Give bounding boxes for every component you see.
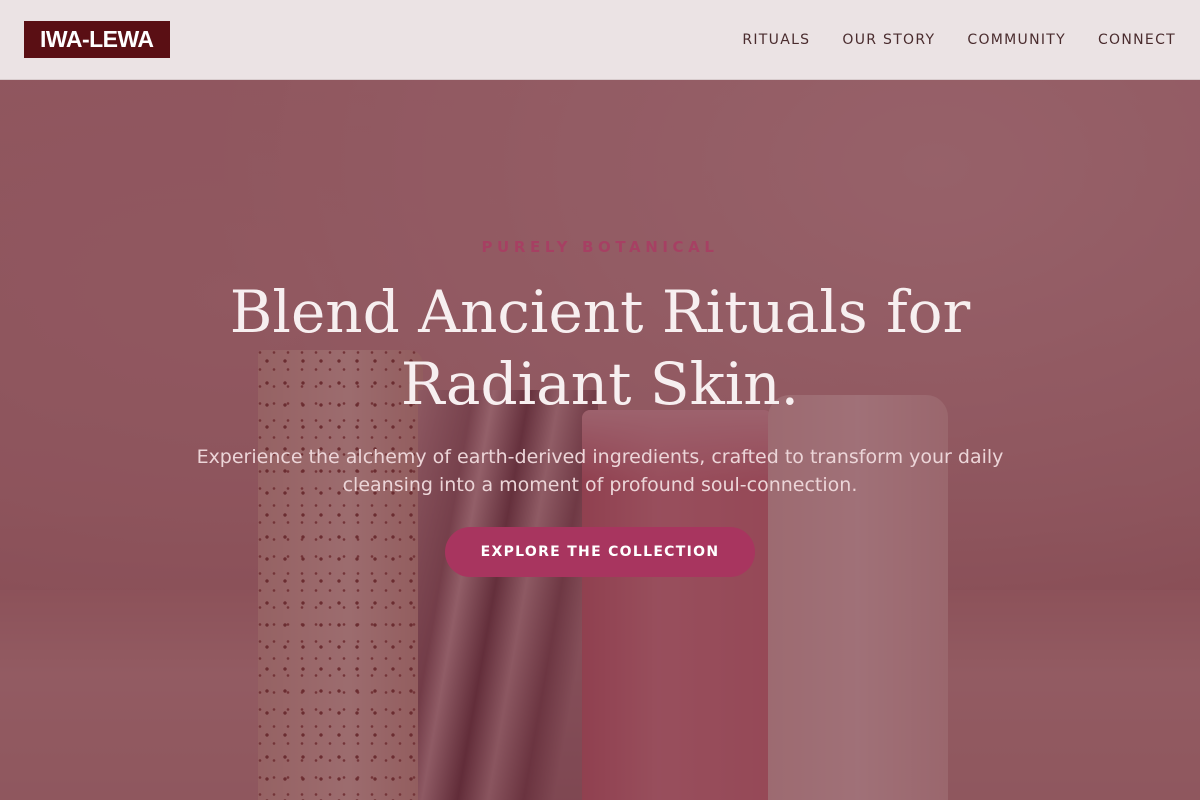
explore-collection-button[interactable]: EXPLORE THE COLLECTION [445, 527, 755, 577]
nav-link-rituals[interactable]: RITUALS [742, 32, 810, 48]
hero-content: PURELY BOTANICAL Blend Ancient Rituals f… [0, 80, 1200, 800]
nav-link-our-story[interactable]: OUR STORY [842, 32, 935, 48]
hero-headline: Blend Ancient Rituals for Radiant Skin. [229, 278, 971, 418]
main-nav: RITUALS OUR STORY COMMUNITY CONNECT [742, 0, 1176, 80]
brand-logo[interactable]: IWA-LEWA [24, 21, 170, 58]
hero-section: PURELY BOTANICAL Blend Ancient Rituals f… [0, 80, 1200, 800]
nav-link-community[interactable]: COMMUNITY [967, 32, 1066, 48]
nav-link-connect[interactable]: CONNECT [1098, 32, 1176, 48]
hero-eyebrow: PURELY BOTANICAL [481, 238, 719, 256]
site-header: IWA-LEWA RITUALS OUR STORY COMMUNITY CON… [0, 0, 1200, 80]
hero-subtext: Experience the alchemy of earth-derived … [196, 446, 1004, 496]
